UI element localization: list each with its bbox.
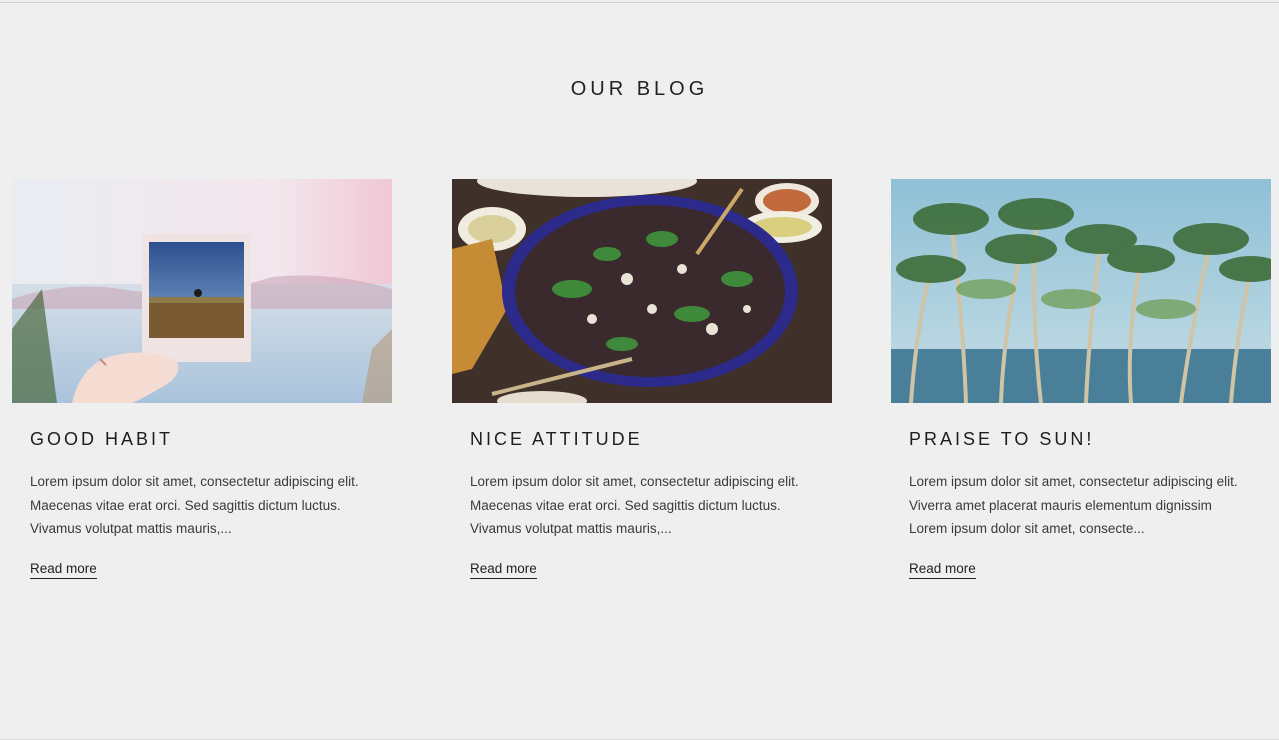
excerpt-line: Viverra amet placerat mauris elementum d…	[909, 497, 1212, 513]
excerpt-line: Lorem ipsum dolor sit amet, consectetur …	[30, 474, 359, 489]
blog-post-title[interactable]: PRAISE TO SUN!	[909, 429, 1271, 450]
blog-post-title[interactable]: GOOD HABIT	[30, 429, 392, 450]
blog-post-excerpt: Lorem ipsum dolor sit amet, consectetur …	[470, 470, 820, 541]
blog-image-palm-trees[interactable]	[891, 179, 1271, 403]
blog-image-polaroid[interactable]	[12, 179, 392, 403]
excerpt-line: Vivamus volutpat mattis mauris,...	[30, 521, 232, 536]
blog-card-praise-to-sun: PRAISE TO SUN! Lorem ipsum dolor sit ame…	[891, 179, 1271, 579]
blog-post-excerpt: Lorem ipsum dolor sit amet, consectetur …	[909, 470, 1259, 541]
excerpt-line: Lorem ipsum dolor sit amet, consectetur …	[470, 474, 799, 489]
read-more-link[interactable]: Read more	[909, 561, 976, 579]
blog-image-salad[interactable]	[452, 179, 832, 403]
read-more-link[interactable]: Read more	[30, 561, 97, 579]
section-title: OUR BLOG	[570, 78, 709, 100]
excerpt-line: Vivamus volutpat mattis mauris,...	[470, 521, 672, 536]
blog-card-good-habit: GOOD HABIT Lorem ipsum dolor sit amet, c…	[12, 179, 392, 579]
excerpt-line: Lorem ipsum dolor sit amet, consecte...	[909, 521, 1145, 536]
blog-post-excerpt: Lorem ipsum dolor sit amet, consectetur …	[30, 470, 380, 541]
excerpt-line: Maecenas vitae erat orci. Sed sagittis d…	[30, 497, 341, 513]
blog-card-nice-attitude: NICE ATTITUDE Lorem ipsum dolor sit amet…	[452, 179, 832, 579]
blog-post-title[interactable]: NICE ATTITUDE	[470, 429, 832, 450]
excerpt-line: Lorem ipsum dolor sit amet, consectetur …	[909, 474, 1238, 489]
excerpt-line: Maecenas vitae erat orci. Sed sagittis d…	[470, 497, 781, 513]
read-more-link[interactable]: Read more	[470, 561, 537, 579]
top-divider	[0, 2, 1279, 3]
